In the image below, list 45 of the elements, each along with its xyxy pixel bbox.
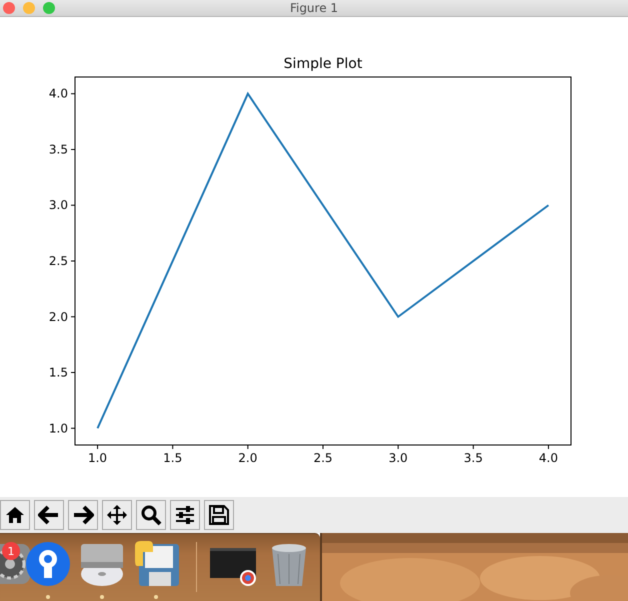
chart-title: Simple Plot [284, 56, 362, 72]
search-icon [140, 504, 162, 526]
tick-mark [322, 444, 324, 450]
home-icon [4, 504, 26, 526]
tick-mark [70, 316, 76, 318]
tick-label: 2.5 [313, 451, 333, 465]
window-title: Figure 1 [290, 1, 338, 15]
sliders-icon [174, 504, 196, 526]
toolbar-button[interactable] [170, 500, 200, 530]
tick-mark [70, 204, 76, 206]
tick-mark [70, 260, 76, 262]
right-arrow-icon [72, 504, 94, 526]
tick-label: 1.0 [88, 451, 108, 465]
tick-mark [70, 428, 76, 429]
tick-mark [70, 93, 76, 94]
floppy-disk-icon[interactable] [133, 540, 179, 588]
tick-label: 2.0 [238, 451, 258, 465]
toolbar-button[interactable] [102, 500, 132, 530]
tick-label: 1.5 [163, 451, 182, 465]
tick-label: 3.5 [48, 142, 68, 156]
pin-icon[interactable] [25, 540, 71, 588]
toolbar-button[interactable] [0, 500, 30, 530]
tick-label: 1.5 [48, 366, 68, 380]
toolbar-button[interactable] [68, 500, 98, 530]
tick-mark [172, 444, 174, 450]
left-arrow-icon [38, 504, 60, 526]
toolbar-button[interactable] [204, 500, 234, 530]
tick-mark [472, 444, 474, 450]
tick-mark [398, 444, 399, 450]
tick-label: 1.0 [48, 421, 68, 436]
tick-label: 2.5 [48, 254, 68, 268]
tick-label: 4.0 [48, 86, 68, 101]
toolbar-button[interactable] [136, 500, 166, 530]
move-arrows-icon [106, 504, 128, 526]
tick-mark [70, 148, 76, 150]
tick-label: 3.0 [388, 451, 408, 465]
tick-label: 3.5 [464, 451, 483, 465]
tick-mark [548, 444, 549, 450]
tick-label: 3.0 [48, 198, 68, 212]
tick-mark [97, 444, 98, 450]
tick-mark [70, 372, 76, 374]
tick-mark [247, 444, 248, 450]
toolbar-button[interactable] [34, 500, 64, 530]
tick-label: 4.0 [538, 451, 558, 465]
tick-label: 2.0 [48, 310, 68, 324]
